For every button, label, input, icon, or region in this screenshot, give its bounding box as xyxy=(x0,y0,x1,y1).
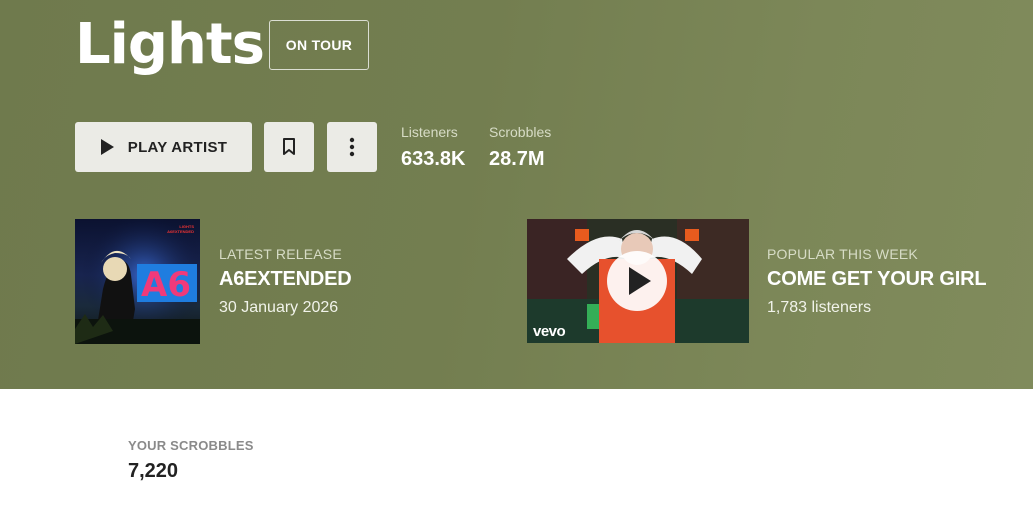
play-icon xyxy=(100,139,114,155)
listeners-label: Listeners xyxy=(401,124,458,140)
your-scrobbles-value: 7,220 xyxy=(128,460,179,482)
on-tour-button[interactable]: ON TOUR xyxy=(269,20,369,70)
play-artist-button[interactable]: PLAY ARTIST xyxy=(75,122,252,172)
popular-track-listeners: 1,783 listeners xyxy=(767,299,872,316)
more-options-button[interactable] xyxy=(327,122,377,172)
artist-header: Lights ON TOUR PLAY ARTIST Listeners 633… xyxy=(0,0,1033,389)
popular-kicker: POPULAR THIS WEEK xyxy=(767,246,918,262)
album-cover-art: A6 xyxy=(75,219,200,344)
latest-release-date: 30 January 2026 xyxy=(219,299,339,316)
listeners-value: 633.8K xyxy=(401,148,466,170)
cover-album-text: A6EXTENDED xyxy=(167,229,194,234)
vevo-logo: vevo xyxy=(533,323,566,340)
popular-track-title[interactable]: COME GET YOUR GIRL xyxy=(767,268,987,291)
your-scrobbles-label: YOUR SCROBBLES xyxy=(128,438,254,453)
album-cover[interactable]: A6 LIGHTS A6EXTENDED xyxy=(75,219,200,344)
video-thumbnail[interactable]: vevo xyxy=(527,219,749,343)
scrobbles-label: Scrobbles xyxy=(489,124,552,140)
bookmark-icon xyxy=(283,138,295,155)
bookmark-button[interactable] xyxy=(264,122,314,172)
scrobbles-value: 28.7M xyxy=(489,148,545,170)
latest-release-kicker: LATEST RELEASE xyxy=(219,246,342,262)
latest-release-title[interactable]: A6EXTENDED xyxy=(219,268,352,291)
more-vertical-icon xyxy=(349,137,355,157)
cover-big-text: A6 xyxy=(141,265,191,305)
artist-name: Lights xyxy=(75,12,265,77)
play-artist-label: PLAY ARTIST xyxy=(127,138,228,156)
